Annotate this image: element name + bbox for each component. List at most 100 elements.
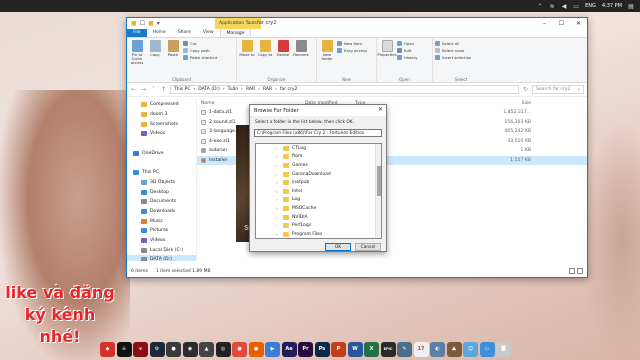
nav-item[interactable]: This PC bbox=[127, 168, 196, 178]
folder-tree-item[interactable]: › Intel bbox=[256, 187, 381, 196]
app3-icon[interactable]: ◐ bbox=[430, 341, 445, 357]
nav-item[interactable]: 3D Objects bbox=[127, 178, 196, 188]
nav-item[interactable]: Music bbox=[127, 216, 196, 226]
powerpoint-icon[interactable]: P bbox=[331, 341, 346, 357]
history-button[interactable]: History bbox=[397, 55, 418, 60]
chevron-right-icon[interactable]: › bbox=[276, 180, 280, 185]
refresh-icon[interactable]: ↻ bbox=[522, 86, 529, 93]
back-icon[interactable]: ← bbox=[130, 86, 137, 93]
nav-item[interactable]: Local Disk (C:) bbox=[127, 245, 196, 255]
folder-tree-item[interactable]: › ftom bbox=[256, 153, 381, 162]
epic-games-icon[interactable]: EPIC bbox=[380, 341, 396, 357]
breadcrumb-this-pc[interactable]: This PC bbox=[174, 87, 190, 92]
tab-view[interactable]: View bbox=[197, 28, 220, 37]
chevron-right-icon[interactable]: › bbox=[276, 189, 280, 194]
ok-button[interactable]: OK bbox=[325, 243, 351, 251]
chevron-right-icon[interactable]: › bbox=[276, 172, 280, 177]
tab-share[interactable]: Share bbox=[172, 28, 197, 37]
breadcrumb-far-cry2[interactable]: far cry2 bbox=[280, 87, 297, 92]
invert-selection-button[interactable]: Invert selection bbox=[435, 55, 471, 60]
folder-path-input[interactable]: C:\Program Files (x86)\Far Cry 2 - Fortu… bbox=[254, 129, 382, 137]
folder-tree-item[interactable]: › CTLog bbox=[256, 144, 381, 153]
chevron-right-icon[interactable]: › bbox=[276, 232, 280, 237]
nav-item[interactable]: Documents bbox=[127, 197, 196, 207]
nav-item[interactable]: Desktop bbox=[127, 187, 196, 197]
nav-item[interactable]: DATA (D:) bbox=[127, 255, 196, 261]
premiere-icon[interactable]: Pr bbox=[298, 341, 313, 357]
wifi-icon[interactable]: ≋ bbox=[549, 3, 555, 10]
chevron-down-icon[interactable]: ˅ bbox=[150, 86, 157, 93]
easy-access-button[interactable]: Easy access bbox=[337, 48, 367, 53]
select-all-button[interactable]: Select all bbox=[435, 41, 471, 46]
finder-icon[interactable]: ☺ bbox=[463, 341, 478, 357]
up-icon[interactable]: ↑ bbox=[160, 86, 167, 93]
folder-tree-item[interactable]: › inetpub bbox=[256, 178, 381, 187]
nav-item[interactable]: Videos bbox=[127, 236, 196, 246]
scrollbar[interactable] bbox=[375, 144, 381, 238]
forward-icon[interactable]: → bbox=[140, 86, 147, 93]
game2-icon[interactable]: ☣ bbox=[133, 341, 148, 357]
clock[interactable]: 4:37 PM bbox=[602, 3, 622, 9]
tiles-view-icon[interactable] bbox=[577, 268, 583, 274]
details-view-icon[interactable] bbox=[569, 268, 575, 274]
cancel-button[interactable]: Cancel bbox=[355, 243, 381, 251]
calendar-icon[interactable]: 17 bbox=[413, 341, 429, 357]
game4-icon[interactable]: ▲ bbox=[199, 341, 214, 357]
app4-icon[interactable]: ⛰ bbox=[446, 341, 462, 357]
search-input[interactable]: Search far cry2 ⌕ bbox=[532, 85, 584, 94]
folder-tree-item[interactable]: › Games bbox=[256, 161, 381, 170]
folder-icon[interactable]: ▭ bbox=[479, 341, 495, 357]
breadcrumb-rar[interactable]: RAR bbox=[246, 87, 255, 92]
firefox-icon[interactable]: ● bbox=[248, 341, 264, 357]
new-folder-icon[interactable]: ■ bbox=[148, 20, 154, 27]
minimize-button[interactable]: – bbox=[536, 18, 553, 29]
folder-tree-item[interactable]: › PerfLogs bbox=[256, 221, 381, 230]
app1-icon[interactable]: ▶ bbox=[265, 341, 280, 357]
nav-item[interactable]: OneDrive bbox=[127, 148, 196, 158]
scrollbar-thumb[interactable] bbox=[377, 166, 381, 196]
battery-icon[interactable]: ▭ bbox=[573, 3, 579, 10]
photoshop-icon[interactable]: Ps bbox=[314, 341, 330, 357]
folder-tree-item[interactable]: › NVIDIA bbox=[256, 213, 381, 222]
edit-button[interactable]: Edit bbox=[397, 48, 418, 53]
trash-icon[interactable]: 🗑 bbox=[496, 341, 511, 357]
breadcrumb-tuan[interactable]: Tuấn bbox=[228, 87, 239, 92]
notification-icon[interactable]: ▤ bbox=[628, 3, 634, 10]
column-size[interactable]: Size bbox=[409, 101, 531, 106]
game3-icon[interactable]: ◉ bbox=[182, 341, 198, 357]
word-icon[interactable]: W bbox=[347, 341, 363, 357]
language-indicator[interactable]: ENG bbox=[585, 3, 596, 9]
maximize-button[interactable]: ☐ bbox=[553, 18, 570, 29]
properties-icon[interactable]: ☐ bbox=[140, 20, 145, 27]
new-item-button[interactable]: New item bbox=[337, 41, 367, 46]
paste-shortcut-button[interactable]: Paste shortcut bbox=[183, 55, 217, 60]
select-none-button[interactable]: Select none bbox=[435, 48, 471, 53]
address-bar[interactable]: This PC › DATA (D:) › Tuấn › RAR › RAR › far … bbox=[170, 85, 519, 94]
nav-item[interactable]: Pictures bbox=[127, 226, 196, 236]
chevron-down-icon[interactable]: ▾ bbox=[157, 20, 160, 27]
nav-item[interactable]: doom 3 bbox=[127, 110, 196, 120]
obs-icon[interactable]: ◎ bbox=[215, 341, 231, 357]
steam-icon[interactable]: ⚙ bbox=[149, 341, 165, 357]
close-icon[interactable]: ✕ bbox=[378, 106, 383, 113]
nav-item[interactable]: Videos bbox=[127, 129, 196, 139]
tab-home[interactable]: Home bbox=[147, 28, 172, 37]
chrome-icon[interactable]: ● bbox=[232, 341, 247, 357]
chevron-right-icon[interactable]: › bbox=[276, 154, 280, 159]
folder-tree-item[interactable]: › Program Files bbox=[256, 230, 381, 238]
folder-tree-item[interactable]: › MSOCache bbox=[256, 204, 381, 213]
chevron-right-icon[interactable]: › bbox=[276, 146, 280, 151]
chevron-right-icon[interactable]: › bbox=[276, 197, 280, 202]
cut-button[interactable]: Cut bbox=[183, 41, 217, 46]
origin-icon[interactable]: ● bbox=[166, 341, 181, 357]
tab-manage[interactable]: Manage bbox=[219, 28, 252, 37]
chevron-right-icon[interactable]: › bbox=[276, 215, 280, 220]
nav-item[interactable]: Screenshots bbox=[127, 119, 196, 129]
chevron-right-icon[interactable]: › bbox=[276, 206, 280, 211]
folder-tree-item[interactable]: › GarenaDownload bbox=[256, 170, 381, 179]
nav-item[interactable]: Downloads bbox=[127, 207, 196, 217]
excel-icon[interactable]: X bbox=[364, 341, 379, 357]
nav-item[interactable]: Compressed bbox=[127, 100, 196, 110]
open-button[interactable]: Open bbox=[397, 41, 418, 46]
breadcrumb-data[interactable]: DATA (D:) bbox=[198, 87, 220, 92]
